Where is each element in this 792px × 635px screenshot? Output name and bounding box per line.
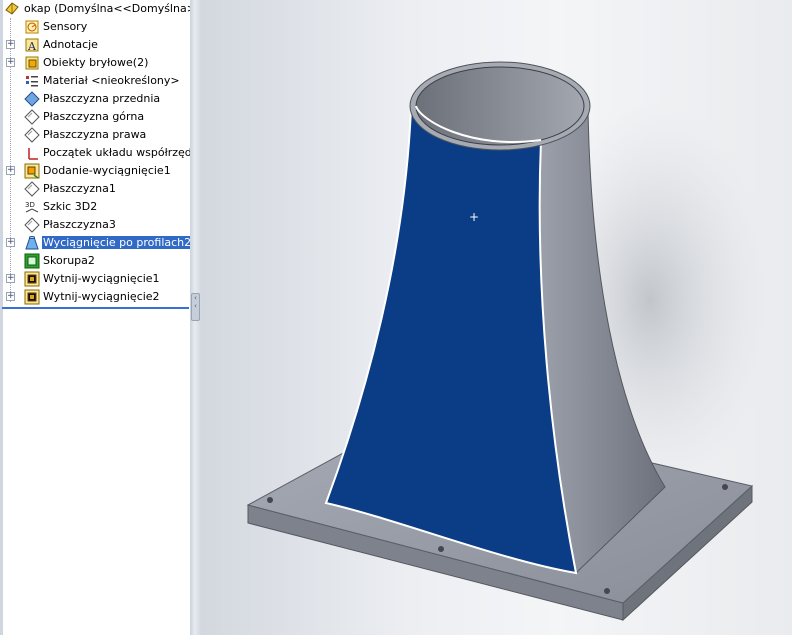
tree-item[interactable]: Płaszczyzna prawa — [0, 126, 190, 144]
top-opening[interactable] — [409, 61, 591, 151]
tree-item-label: Sensory — [43, 20, 88, 33]
tree-item-label: Płaszczyzna górna — [43, 110, 145, 123]
annotation-icon: A — [25, 38, 39, 53]
material-icon — [26, 76, 38, 87]
tree-item[interactable]: + Wytnij-wyciągnięcie2 — [0, 288, 190, 306]
rollback-bar[interactable] — [2, 307, 189, 309]
tree-item[interactable]: Płaszczyzna3 — [0, 216, 190, 234]
tree-item-label: Płaszczyzna przednia — [43, 92, 161, 105]
tree-item-label: Dodanie-wyciągnięcie1 — [43, 164, 171, 177]
mounting-hole — [604, 588, 610, 594]
loft-icon — [25, 236, 39, 250]
tree-item[interactable]: Początek układu współrzędnych — [0, 144, 190, 162]
tree-root-label: okap (Domyślna<<Domyślna>_St — [24, 2, 190, 15]
part-icon — [5, 2, 19, 15]
plane-icon — [24, 127, 40, 143]
tree-item-label: Adnotacje — [43, 38, 98, 51]
expand-toggle[interactable]: + — [6, 274, 15, 283]
tree-item-label: Wytnij-wyciągnięcie2 — [43, 290, 160, 303]
tree-item-label: Obiekty bryłowe(2) — [43, 56, 149, 69]
tree-item[interactable]: Skorupa2 — [0, 252, 190, 270]
plane-icon — [24, 217, 40, 233]
extrude-cut-icon — [24, 289, 40, 305]
plane-icon — [24, 181, 40, 197]
svg-text:A: A — [27, 40, 37, 53]
mounting-hole — [438, 546, 444, 552]
extrude-boss-icon — [24, 163, 40, 179]
tree-item[interactable]: Płaszczyzna1 — [0, 180, 190, 198]
extrude-cut-icon — [24, 271, 40, 287]
tree-item-label: Płaszczyzna prawa — [43, 128, 147, 141]
svg-text:3D: 3D — [25, 201, 35, 209]
feature-manager-tree: okap (Domyślna<<Domyślna>_St Sensory + A Ad… — [0, 0, 190, 635]
solid-bodies-icon — [25, 56, 39, 70]
expand-toggle[interactable]: + — [6, 58, 15, 67]
expand-toggle[interactable]: + — [6, 40, 15, 49]
mounting-hole — [267, 497, 273, 503]
sensor-icon — [25, 20, 39, 34]
sketch-3d-icon: 3D — [25, 201, 39, 213]
tree-item[interactable]: + Dodanie-wyciągnięcie1 — [0, 162, 190, 180]
expand-toggle[interactable]: + — [6, 292, 15, 301]
tree-item[interactable]: Sensory — [0, 18, 190, 36]
tree-item-label: Płaszczyzna1 — [43, 182, 116, 195]
expand-toggle[interactable]: + — [6, 238, 15, 247]
expand-toggle[interactable]: + — [6, 166, 15, 175]
tree-item[interactable]: + Obiekty bryłowe(2) — [0, 54, 190, 72]
svg-text:+: + — [469, 210, 479, 224]
tree-root[interactable]: okap (Domyślna<<Domyślna>_St — [0, 0, 190, 18]
plane-icon — [24, 109, 40, 125]
tree-item[interactable]: Materiał <nieokreślony> — [0, 72, 190, 90]
collapse-panel-handle[interactable]: ‹ ‹ — [191, 293, 200, 321]
tree-item-label: Wyciągnięcie po profilach2 — [42, 236, 190, 249]
shell-icon — [24, 253, 40, 269]
selected-loft-face[interactable] — [324, 106, 578, 575]
tree-item-label: Skorupa2 — [43, 254, 95, 267]
tree-item[interactable]: + Wytnij-wyciągnięcie1 — [0, 270, 190, 288]
front-plane-icon — [24, 91, 40, 107]
tree-item[interactable]: + Wyciągnięcie po profilach2 — [0, 234, 190, 252]
mouse-cursor: + — [469, 210, 479, 224]
tree-item-label: Szkic 3D2 — [43, 200, 98, 213]
tree-item-label: Płaszczyzna3 — [43, 218, 116, 231]
graphics-area[interactable]: + — [202, 0, 792, 635]
tree-item[interactable]: Płaszczyzna przednia — [0, 90, 190, 108]
origin-icon — [28, 148, 38, 160]
tree-item[interactable]: Płaszczyzna górna — [0, 108, 190, 126]
tree-item[interactable]: + A Adnotacje — [0, 36, 190, 54]
tree-item-label: Wytnij-wyciągnięcie1 — [43, 272, 160, 285]
tree-item-label: Materiał <nieokreślony> — [43, 74, 180, 87]
mounting-hole — [722, 484, 728, 490]
tree-item[interactable]: 3D Szkic 3D2 — [0, 198, 190, 216]
model-3d-view[interactable]: + — [202, 0, 792, 635]
tree-item-label: Początek układu współrzędnych — [43, 146, 190, 159]
